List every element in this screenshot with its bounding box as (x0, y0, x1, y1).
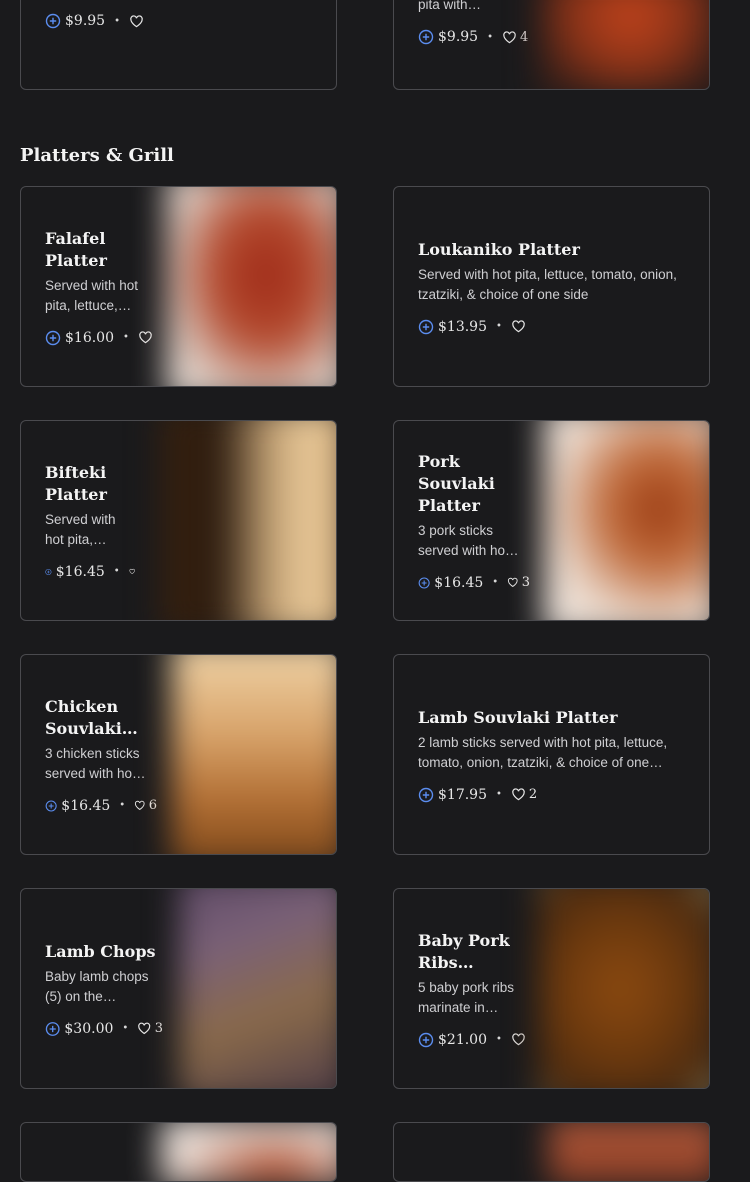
menu-item-card[interactable]: Pork Souvlaki Platter 3 pork sticks serv… (393, 420, 710, 621)
item-description: pita with… (418, 0, 482, 12)
plus-circle-icon[interactable] (418, 29, 434, 45)
item-description: 2 lamb sticks served with hot pita, lett… (418, 734, 668, 770)
separator-dot: • (496, 789, 502, 800)
plus-circle-icon[interactable] (45, 1021, 60, 1037)
item-description: 5 baby pork ribs marinate in… (418, 979, 515, 1015)
plus-circle-icon[interactable] (418, 787, 434, 803)
separator-dot: • (492, 577, 499, 588)
item-price: $16.45 (55, 563, 105, 580)
item-price: $9.95 (438, 29, 479, 45)
heart-outline-icon[interactable] (137, 1021, 151, 1036)
heart-outline-icon[interactable] (507, 575, 519, 590)
item-price: $30.00 (64, 1020, 114, 1037)
plus-circle-icon[interactable] (418, 1032, 434, 1048)
separator-dot: • (119, 800, 126, 811)
plus-circle-icon[interactable] (45, 564, 52, 580)
menu-item-card[interactable]: Baby Pork Ribs… 5 baby pork ribs marinat… (393, 888, 710, 1089)
item-price: $16.00 (65, 329, 114, 346)
heart-outline-icon[interactable] (502, 30, 517, 45)
item-title: Chicken Souvlaki… (45, 696, 138, 738)
item-price: $9.95 (65, 13, 106, 29)
item-title: Pork Souvlaki Platter (418, 451, 495, 515)
heart-outline-icon[interactable] (138, 330, 153, 345)
item-description: 3 pork sticks served with ho… (418, 522, 519, 558)
plus-circle-icon[interactable] (418, 319, 434, 335)
menu-item-card[interactable] (20, 1122, 337, 1182)
menu-item-card[interactable]: Chicken Souvlaki… 3 chicken sticks serve… (20, 654, 337, 855)
item-price: $17.95 (438, 786, 487, 803)
item-photo (166, 187, 336, 386)
item-photo (538, 889, 709, 1088)
menu-item-card[interactable]: Falafel Platter Served with hot pita, le… (20, 186, 337, 387)
separator-dot: • (113, 566, 120, 577)
item-price: $21.00 (438, 1031, 487, 1048)
plus-circle-icon[interactable] (45, 330, 61, 346)
separator-dot: • (496, 321, 502, 332)
item-photo (160, 421, 336, 620)
like-count: 3 (154, 1021, 163, 1036)
item-photo (543, 421, 709, 620)
separator-dot: • (487, 31, 493, 43)
separator-dot: • (496, 1034, 502, 1045)
heart-outline-icon[interactable] (511, 319, 526, 334)
item-title: Loukaniko Platter (418, 239, 580, 259)
like-count: 2 (528, 787, 538, 802)
plus-circle-icon[interactable] (45, 798, 57, 814)
menu-item-card[interactable]: Bifteki Platter Served with hot pita,… $… (20, 420, 337, 621)
item-description: Served with hot pita,… (45, 511, 116, 547)
separator-dot: • (123, 332, 129, 343)
item-photo (548, 1123, 709, 1181)
item-description: Baby lamb chops (5) on the… (45, 968, 149, 1004)
item-photo (539, 0, 709, 89)
section-title: Platters & Grill (20, 145, 174, 166)
menu-item-card[interactable]: Loukaniko Platter Served with hot pita, … (393, 186, 710, 387)
heart-outline-icon[interactable] (511, 787, 526, 802)
heart-outline-icon[interactable] (134, 798, 146, 813)
item-title: Falafel Platter (45, 228, 107, 270)
item-photo (160, 1123, 336, 1181)
item-description: 3 chicken sticks served with ho… (45, 745, 146, 781)
plus-circle-icon[interactable] (45, 13, 61, 29)
item-title: Bifteki Platter (45, 462, 107, 504)
item-title: Baby Pork Ribs… (418, 930, 510, 972)
heart-outline-icon[interactable] (511, 1032, 526, 1047)
plus-circle-icon[interactable] (418, 575, 430, 591)
heart-outline-icon[interactable] (129, 14, 144, 29)
item-title: Lamb Souvlaki Platter (418, 707, 618, 727)
like-count: 6 (148, 798, 157, 813)
item-description: Served with hot pita, lettuce, tomato, o… (418, 266, 677, 302)
menu-item-card[interactable] (393, 1122, 710, 1182)
like-count: 4 (520, 29, 529, 45)
item-photo (179, 889, 336, 1088)
item-photo (171, 655, 336, 854)
heart-outline-icon[interactable] (129, 564, 135, 579)
menu-item-card[interactable]: Lamb Souvlaki Platter 2 lamb sticks serv… (393, 654, 710, 855)
menu-item-card[interactable]: $9.95 • (20, 0, 337, 90)
item-title: Lamb Chops (45, 941, 156, 961)
separator-dot: • (122, 1023, 129, 1034)
menu-item-card[interactable]: Lamb Chops Baby lamb chops (5) on the… $… (20, 888, 337, 1089)
item-price: $16.45 (61, 797, 111, 814)
like-count: 3 (521, 575, 530, 590)
item-description: Served with hot pita, lettuce,… (45, 277, 139, 313)
separator-dot: • (114, 15, 120, 27)
item-price: $16.45 (434, 574, 484, 591)
menu-item-card[interactable]: pita with… $9.95 • 4 (393, 0, 710, 90)
item-price: $13.95 (438, 318, 487, 335)
